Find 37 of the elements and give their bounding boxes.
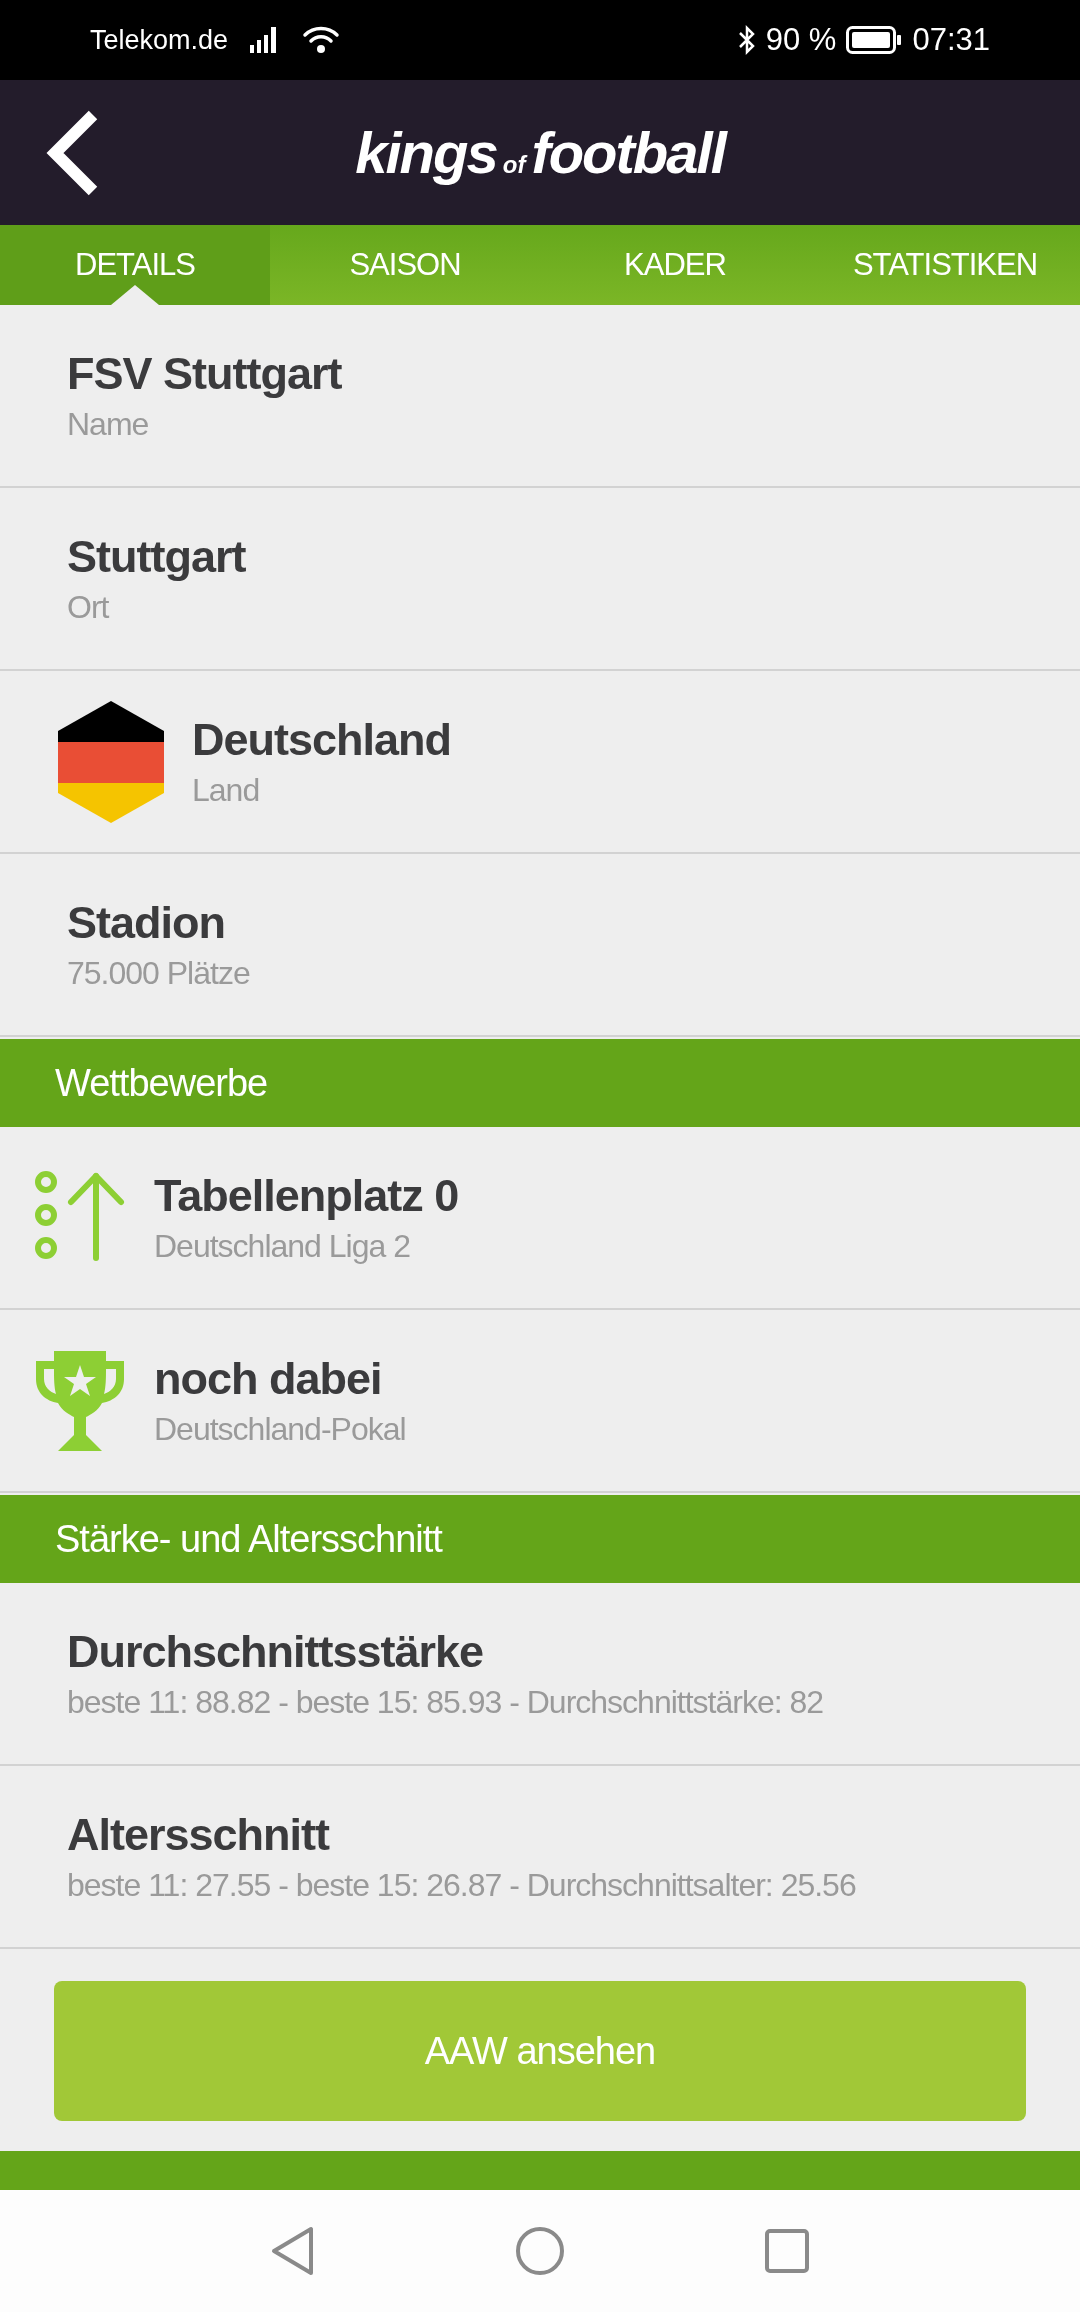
tab[interactable]: STATISTIKEN (810, 225, 1080, 305)
row-subtitle: Deutschland Liga 2 (154, 1226, 411, 1266)
row-subtitle: 75.000 Plätze (67, 953, 250, 993)
section-header: Stärke- und Altersschnitt (0, 1495, 1080, 1583)
tab[interactable]: KADER (540, 225, 810, 305)
section-header: Wettbewerbe (0, 1039, 1080, 1127)
row-title: Tabellenplatz 0 (154, 1168, 459, 1223)
row-subtitle: Land (192, 770, 261, 810)
battery-icon (846, 26, 903, 54)
logo-text: football (531, 120, 725, 185)
trophy-icon (34, 1350, 126, 1451)
row-title: Altersschnitt (67, 1807, 331, 1862)
clock: 07:31 (912, 20, 990, 59)
wifi-icon (302, 25, 341, 55)
row-subtitle: Deutschland-Pokal (154, 1409, 406, 1449)
view-button[interactable]: AAW ansehen (54, 1981, 1026, 2121)
row-subtitle: Name (67, 404, 150, 444)
nav-home-icon[interactable] (515, 2226, 565, 2276)
row-subtitle: Ort (67, 587, 110, 627)
row-title: Stadion (67, 895, 226, 950)
row-title: FSV Stuttgart (67, 346, 342, 401)
row-title: Deutschland (192, 712, 452, 767)
bluetooth-icon (737, 25, 756, 55)
carrier-name: Telekom.de (90, 23, 229, 57)
tab[interactable]: SAISON (270, 225, 540, 305)
logo-text: kings (355, 120, 497, 185)
nav-back-icon[interactable] (271, 2226, 315, 2276)
row-subtitle: beste 11: 88.82 - beste 15: 85.93 - Durchschnittstärke: 82 (67, 1682, 824, 1722)
row-title: Stuttgart (67, 529, 246, 584)
logo-text: of (502, 149, 526, 180)
nav-recents-icon[interactable] (765, 2229, 809, 2273)
flag-icon (58, 700, 164, 823)
tab[interactable]: DETAILS (0, 225, 270, 305)
row-title: noch dabei (154, 1351, 383, 1406)
row-title: Durchschnittsstärke (67, 1624, 485, 1679)
row-subtitle: beste 11: 27.55 - beste 15: 26.87 - Durchschnittsalter: 25.56 (67, 1865, 856, 1905)
battery-percent: 90 % (765, 20, 837, 59)
